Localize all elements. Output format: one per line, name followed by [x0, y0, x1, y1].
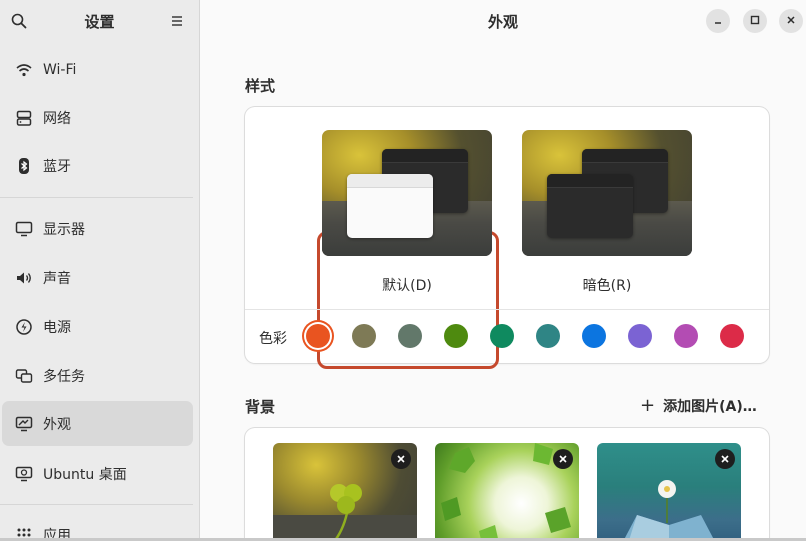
display-icon: [15, 220, 33, 238]
wifi-icon: [15, 61, 33, 79]
menu-icon[interactable]: [168, 12, 186, 30]
style-section-title: 样式: [245, 77, 276, 95]
add-picture-label: 添加图片(A)…: [663, 399, 757, 415]
ubuntu-desktop-icon: [15, 465, 33, 483]
add-picture-button[interactable]: + 添加图片(A)…: [640, 396, 757, 416]
sidebar: 设置 Wi-Fi 网络 蓝牙 显示器 声音 电源 多任务 外观 Ubuntu 桌…: [0, 0, 200, 541]
sidebar-item-multitasking[interactable]: 多任务: [2, 353, 193, 398]
sidebar-item-label: 网络: [43, 110, 71, 127]
sidebar-item-wifi[interactable]: Wi-Fi: [2, 47, 193, 92]
theme-label-dark[interactable]: 暗色(R): [522, 275, 692, 295]
sidebar-item-label: 声音: [43, 270, 71, 287]
sidebar-item-label: 电源: [43, 319, 71, 336]
accent-color-swatch[interactable]: [674, 324, 698, 348]
dark-window-preview: [547, 174, 633, 238]
background-thumbnail[interactable]: [435, 443, 579, 541]
background-card: [245, 428, 769, 541]
card-divider: [245, 309, 769, 310]
bluetooth-icon: [15, 157, 33, 175]
theme-option-default[interactable]: [322, 130, 492, 256]
sidebar-item-label: 外观: [43, 416, 71, 433]
sidebar-header: 设置: [0, 0, 199, 44]
sidebar-item-display[interactable]: 显示器: [2, 206, 193, 251]
accent-color-swatch[interactable]: [444, 324, 468, 348]
background-thumbnail[interactable]: [273, 443, 417, 541]
sidebar-item-apps[interactable]: 应用: [2, 512, 193, 541]
accent-color-swatch[interactable]: [306, 324, 330, 348]
sound-icon: [15, 269, 33, 287]
sidebar-item-power[interactable]: 电源: [2, 304, 193, 349]
sidebar-item-label: Wi-Fi: [43, 61, 77, 78]
sidebar-item-label: 蓝牙: [43, 158, 71, 175]
accent-color-swatch[interactable]: [490, 324, 514, 348]
network-icon: [15, 109, 33, 127]
close-button[interactable]: [779, 9, 803, 33]
remove-background-button[interactable]: [391, 449, 411, 469]
minimize-button[interactable]: [706, 9, 730, 33]
close-icon: [559, 455, 567, 463]
sidebar-divider: [0, 197, 193, 198]
sidebar-item-label: 多任务: [43, 368, 85, 385]
plus-icon: +: [640, 395, 656, 416]
sidebar-item-sound[interactable]: 声音: [2, 255, 193, 300]
sidebar-divider: [0, 504, 193, 505]
background-section-title: 背景: [245, 398, 276, 416]
accent-color-swatch[interactable]: [352, 324, 376, 348]
accent-color-swatch[interactable]: [582, 324, 606, 348]
minimize-icon: [713, 13, 723, 29]
theme-option-dark[interactable]: [522, 130, 692, 256]
theme-label-default[interactable]: 默认(D): [322, 275, 492, 295]
accent-color-swatch[interactable]: [398, 324, 422, 348]
accent-color-label: 色彩: [259, 331, 287, 347]
sidebar-item-label: Ubuntu 桌面: [43, 466, 127, 483]
sidebar-item-appearance[interactable]: 外观: [2, 401, 193, 446]
remove-background-button[interactable]: [553, 449, 573, 469]
close-icon: [721, 455, 729, 463]
maximize-icon: [750, 13, 760, 29]
light-window-preview: [347, 174, 433, 238]
maximize-button[interactable]: [743, 9, 767, 33]
background-thumbnail[interactable]: [597, 443, 741, 541]
appearance-icon: [15, 415, 33, 433]
accent-color-swatch[interactable]: [536, 324, 560, 348]
power-icon: [15, 318, 33, 336]
close-icon: [397, 455, 405, 463]
sidebar-item-bluetooth[interactable]: 蓝牙: [2, 143, 193, 188]
sidebar-item-network[interactable]: 网络: [2, 95, 193, 140]
remove-background-button[interactable]: [715, 449, 735, 469]
sidebar-item-label: 显示器: [43, 221, 85, 238]
style-card: 默认(D) 暗色(R) 色彩: [245, 107, 769, 369]
accent-color-swatch[interactable]: [720, 324, 744, 348]
accent-color-swatch[interactable]: [628, 324, 652, 348]
close-icon: [786, 13, 796, 29]
multitasking-icon: [15, 367, 33, 385]
sidebar-item-ubuntu-desktop[interactable]: Ubuntu 桌面: [2, 451, 193, 496]
